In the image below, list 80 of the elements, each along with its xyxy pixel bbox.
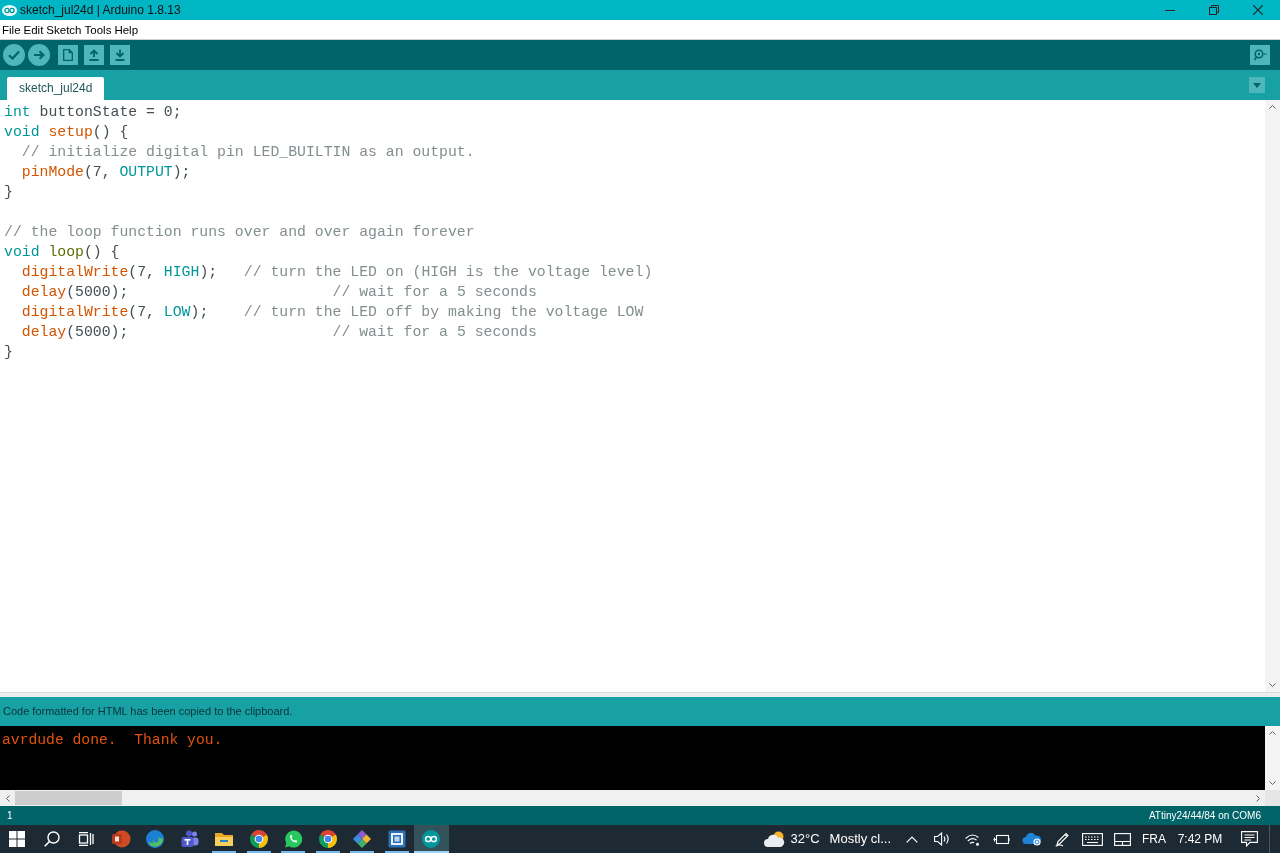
scroll-down-icon[interactable] [1269,683,1276,687]
swirl-icon [145,829,166,849]
chat-bubble-icon [283,829,304,849]
scroll-left-icon[interactable] [5,794,10,802]
scroll-up-icon[interactable] [1269,731,1276,735]
taskbar-app-button[interactable] [414,825,449,853]
four-panes-icon[interactable] [9,831,26,847]
framed-square-icon [386,829,407,849]
code-line: pinMode(7, OUTPUT); [20,163,191,182]
vertical-scrollbar[interactable] [1265,100,1280,692]
infinity-logo-icon [2,4,17,16]
signal-arcs-icon[interactable] [964,832,980,846]
slide-deck-icon [110,829,131,849]
weather-condition-label: Mostly cl... [829,830,891,849]
code-line: // the loop function runs over and over again forever [4,223,475,242]
scroll-right-icon[interactable] [1255,794,1260,802]
open-button[interactable] [84,45,104,65]
language-indicator[interactable]: FRA [1142,830,1166,848]
status-message: Code formatted for HTML has been copied to the clipboard. [3,704,293,720]
horizontal-scrollbar[interactable] [0,790,1265,806]
menu-item[interactable]: Help [114,22,139,37]
check-icon [8,50,20,60]
vertical-scrollbar[interactable] [1265,726,1280,790]
page-icon [63,49,73,61]
battery-plug-icon[interactable] [993,833,1011,845]
editor-tab[interactable]: sketch_jul24d [7,77,105,100]
close-icon [1253,5,1263,15]
infinity-icon [421,829,442,849]
segmented-circle-icon [248,829,269,849]
menu-item[interactable]: Sketch [46,22,82,37]
upload-button[interactable] [28,44,50,66]
caret-down-icon [1253,82,1261,88]
code-line: } [4,183,13,202]
magnifier-icon [1253,49,1267,61]
window-title: sketch_jul24d | Arduino 1.8.13 [20,2,181,19]
code-line: delay(5000); // wait for a 5 seconds [20,323,537,342]
console-output: avrdude done. Thank you. [2,731,223,749]
temperature-label: 32°C [790,830,820,849]
pen-icon[interactable] [1054,831,1070,847]
task-view-icon[interactable] [78,832,95,846]
restore-icon [1209,5,1219,15]
code-line: digitalWrite(7, HIGH); // turn the LED on (HIGH is the voltage level) [20,263,653,282]
diamond-icon [352,829,373,849]
weather-widget[interactable]: 32°C Mostly cl... [756,825,897,853]
new-button[interactable] [58,45,78,65]
segmented-circle-icon [317,829,338,849]
menu-item[interactable]: Tools [84,22,112,37]
line-number: 1 [7,809,13,822]
cloud-sync-icon[interactable] [1022,832,1042,846]
board-port-label: ATtiny24/44/84 on COM6 [1148,809,1261,822]
tab-menu-button[interactable] [1249,77,1265,93]
code-line: digitalWrite(7, LOW); // turn the LED off by making the voltage LOW [20,303,644,322]
scrollbar-thumb[interactable] [15,791,122,805]
menu-item[interactable]: Edit [23,22,44,37]
speaker-icon[interactable] [933,832,951,846]
people-icon [179,829,200,849]
code-line: // initialize digital pin LED_BUILTIN as an output. [20,143,475,162]
clock-label[interactable]: 7:42 PM [1177,830,1223,848]
touchpad-icon[interactable] [1113,832,1131,846]
verify-button[interactable] [3,44,25,66]
code-line: void setup() { [4,123,129,142]
save-button[interactable] [110,45,130,65]
keyboard-icon[interactable] [1081,832,1103,846]
up-arrow-icon [89,49,99,61]
scroll-down-icon[interactable] [1269,781,1276,785]
down-arrow-icon [115,49,125,61]
search-icon[interactable] [43,831,60,847]
code-line: delay(5000); // wait for a 5 seconds [20,283,537,302]
notification-icon[interactable] [1240,831,1258,847]
minimize-icon [1165,9,1175,11]
serial-monitor-button[interactable] [1250,45,1270,65]
scrollbar-corner [1265,790,1280,806]
right-arrow-icon [33,50,45,60]
code-line: void loop() { [4,243,120,262]
code-line: int buttonState = 0; [4,103,182,122]
code-line: } [4,343,13,362]
menu-item[interactable]: File [2,22,21,37]
chevron-up-icon[interactable] [906,835,918,843]
scroll-up-icon[interactable] [1269,105,1276,109]
cloud-sun-icon [762,831,785,847]
